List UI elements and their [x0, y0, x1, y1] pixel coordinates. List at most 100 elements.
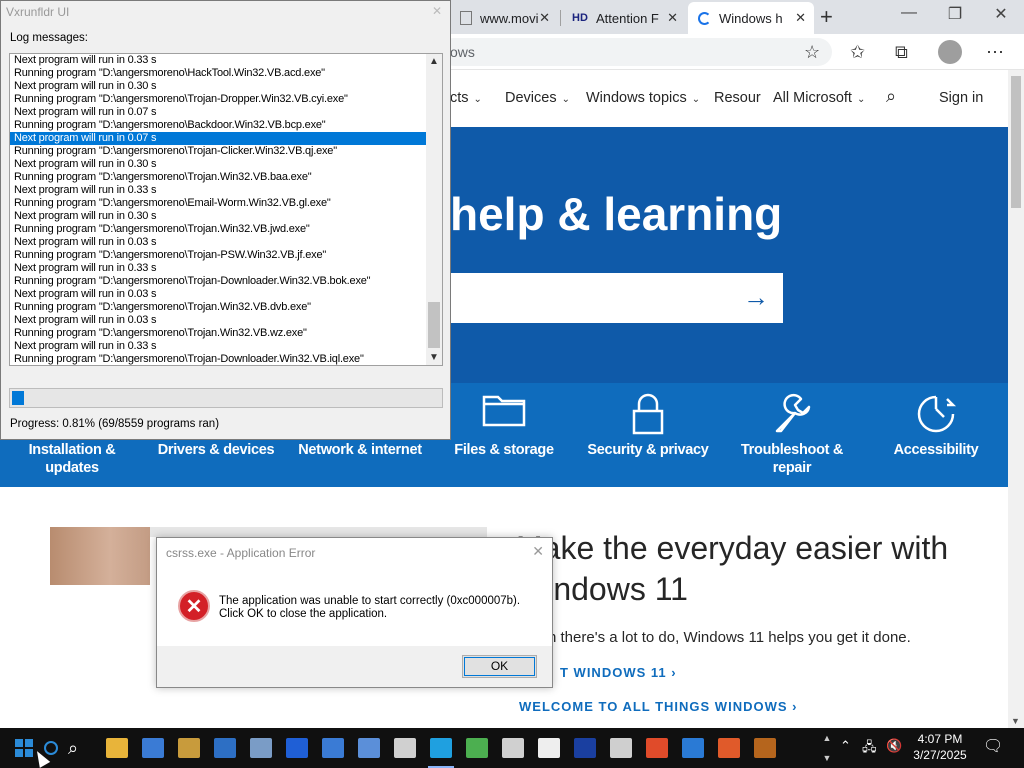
log-line[interactable]: Running program "D:\angersmoreno\Backdoo…	[10, 119, 442, 132]
category-troubleshoot[interactable]: Troubleshoot & repair	[720, 383, 864, 487]
file-explorer-icon[interactable]	[102, 733, 132, 763]
log-line[interactable]: Next program will run in 0.33 s	[10, 340, 442, 353]
log-line[interactable]: Next program will run in 0.33 s	[10, 54, 442, 67]
app-glyph	[538, 738, 560, 758]
log-line[interactable]: Next program will run in 0.07 s	[10, 132, 442, 145]
category-security[interactable]: Security & privacy	[576, 383, 720, 487]
money-bag-icon[interactable]	[174, 733, 204, 763]
favorites-icon[interactable]: ✩	[850, 42, 865, 63]
page-scrollbar[interactable]: ▼	[1008, 70, 1024, 728]
folder3-icon[interactable]	[498, 733, 528, 763]
hero-title: help & learning	[450, 188, 783, 240]
new-tab-button[interactable]: +	[820, 4, 833, 30]
app-glyph	[142, 738, 164, 758]
nav-products[interactable]: cts ⌄	[450, 90, 482, 106]
bulb-icon[interactable]	[534, 733, 564, 763]
log-line[interactable]: Running program "D:\angersmoreno\Trojan-…	[10, 249, 442, 262]
ie-icon[interactable]	[678, 733, 708, 763]
add-favorite-icon[interactable]: ☆	[804, 42, 820, 63]
profile-avatar[interactable]	[938, 40, 962, 64]
close-window-button[interactable]: ✕	[978, 4, 1024, 24]
taskbar-scroll[interactable]: ▲ ▼	[820, 728, 834, 768]
dialog-icon[interactable]	[318, 733, 348, 763]
scrollbar-thumb[interactable]	[1011, 76, 1021, 208]
get-windows-11-link[interactable]: T WINDOWS 11 ›	[560, 665, 677, 680]
log-line[interactable]: Running program "D:\angersmoreno\Trojan.…	[10, 301, 442, 314]
log-line[interactable]: Next program will run in 0.03 s	[10, 314, 442, 327]
taskbar: ⌕ ▲ ▼ ⌃ 🖧 🔇 4:07 PM 3/27/2025 🗨	[0, 728, 1024, 768]
ok-button[interactable]: OK	[462, 655, 537, 678]
log-list[interactable]: Next program will run in 0.33 s Running p…	[9, 53, 443, 366]
folder4-icon[interactable]	[606, 733, 636, 763]
log-line[interactable]: Next program will run in 0.03 s	[10, 236, 442, 249]
swirl-icon[interactable]	[714, 733, 744, 763]
scroll-down-icon[interactable]: ▼	[429, 352, 439, 363]
nav-all-microsoft[interactable]: All Microsoft ⌄	[773, 90, 865, 106]
app-window-icon[interactable]	[138, 733, 168, 763]
log-line[interactable]: Running program "D:\angersmoreno\Trojan-…	[10, 93, 442, 106]
log-line[interactable]: Next program will run in 0.30 s	[10, 158, 442, 171]
app-glyph	[358, 738, 380, 758]
search-icon[interactable]: ⌕	[58, 733, 88, 763]
volume-muted-icon[interactable]: 🔇	[886, 738, 902, 754]
chart-icon[interactable]	[570, 733, 600, 763]
log-line[interactable]: Running program "D:\angersmoreno\Trojan-…	[10, 353, 442, 365]
log-line[interactable]: Next program will run in 0.33 s	[10, 262, 442, 275]
log-line[interactable]: Next program will run in 0.30 s	[10, 210, 442, 223]
network-icon[interactable]: 🖧	[862, 738, 877, 760]
clock[interactable]: 4:07 PM 3/27/2025	[908, 731, 972, 763]
log-line[interactable]: Running program "D:\angersmoreno\Trojan-…	[10, 275, 442, 288]
window2-icon[interactable]	[354, 733, 384, 763]
close-tab-icon[interactable]: ✕	[539, 10, 550, 26]
window-icon[interactable]	[210, 733, 240, 763]
search-icon[interactable]: ⌕	[886, 86, 896, 107]
close-icon[interactable]: ✕	[432, 4, 442, 18]
log-line[interactable]: Running program "D:\angersmoreno\Trojan.…	[10, 327, 442, 340]
toolbox-icon[interactable]	[750, 733, 780, 763]
show-hidden-icons-icon[interactable]: ⌃	[840, 738, 851, 754]
more-menu-icon[interactable]: ⋯	[986, 42, 1004, 63]
nav-windows-topics[interactable]: Windows topics ⌄	[586, 90, 700, 106]
tab-attention[interactable]: HD Attention F ✕	[562, 2, 686, 34]
heart-icon[interactable]	[282, 733, 312, 763]
log-line[interactable]: Next program will run in 0.30 s	[10, 80, 442, 93]
app-glyph	[718, 738, 740, 758]
log-line[interactable]: Next program will run in 0.07 s	[10, 106, 442, 119]
close-icon[interactable]: ✕	[532, 543, 544, 560]
log-line[interactable]: Running program "D:\angersmoreno\Email-W…	[10, 197, 442, 210]
log-line[interactable]: Next program will run in 0.33 s	[10, 184, 442, 197]
log-scrollbar[interactable]: ▲ ▼	[426, 54, 442, 365]
nav-resources[interactable]: Resour	[714, 90, 761, 106]
url-field[interactable]: ows	[440, 38, 832, 66]
monitor-icon[interactable]	[462, 733, 492, 763]
tab-movie[interactable]: www.movi ✕	[450, 2, 558, 34]
category-accessibility[interactable]: Accessibility	[864, 383, 1008, 487]
edge-icon[interactable]	[426, 733, 456, 768]
tools-icon[interactable]	[246, 733, 276, 763]
log-line[interactable]: Running program "D:\angersmoreno\Trojan-…	[10, 145, 442, 158]
close-tab-icon[interactable]: ✕	[667, 10, 678, 26]
window-title: Vxrunfldr UI	[6, 5, 70, 19]
help-search-input[interactable]: →	[440, 273, 783, 323]
notifications-icon[interactable]: 🗨	[983, 736, 1003, 756]
scroll-up-icon[interactable]: ▲	[429, 56, 439, 67]
scroll-down-icon[interactable]: ▼	[1011, 716, 1020, 726]
tab-windows-help[interactable]: Windows h ✕	[688, 2, 814, 34]
minimize-button[interactable]: —	[886, 4, 932, 22]
log-line[interactable]: Running program "D:\angersmoreno\HackToo…	[10, 67, 442, 80]
close-tab-icon[interactable]: ✕	[795, 10, 806, 26]
category-label: Accessibility	[893, 442, 979, 458]
arrow-right-icon[interactable]: →	[743, 282, 769, 313]
log-line[interactable]: Running program "D:\angersmoreno\Trojan.…	[10, 171, 442, 184]
log-line[interactable]: Next program will run in 0.03 s	[10, 288, 442, 301]
log-line[interactable]: Running program "D:\angersmoreno\Trojan.…	[10, 223, 442, 236]
scrollbar-thumb[interactable]	[428, 302, 440, 348]
nav-devices[interactable]: Devices ⌄	[505, 90, 570, 106]
sign-in-link[interactable]: Sign in	[939, 90, 983, 106]
restore-button[interactable]: ❐	[932, 4, 978, 24]
category-files[interactable]: Files & storage	[432, 383, 576, 487]
welcome-windows-link[interactable]: WELCOME TO ALL THINGS WINDOWS ›	[519, 699, 798, 714]
collections-icon[interactable]: ⧉	[895, 42, 908, 63]
windows-flag-icon[interactable]	[642, 733, 672, 763]
folder2-icon[interactable]	[390, 733, 420, 763]
